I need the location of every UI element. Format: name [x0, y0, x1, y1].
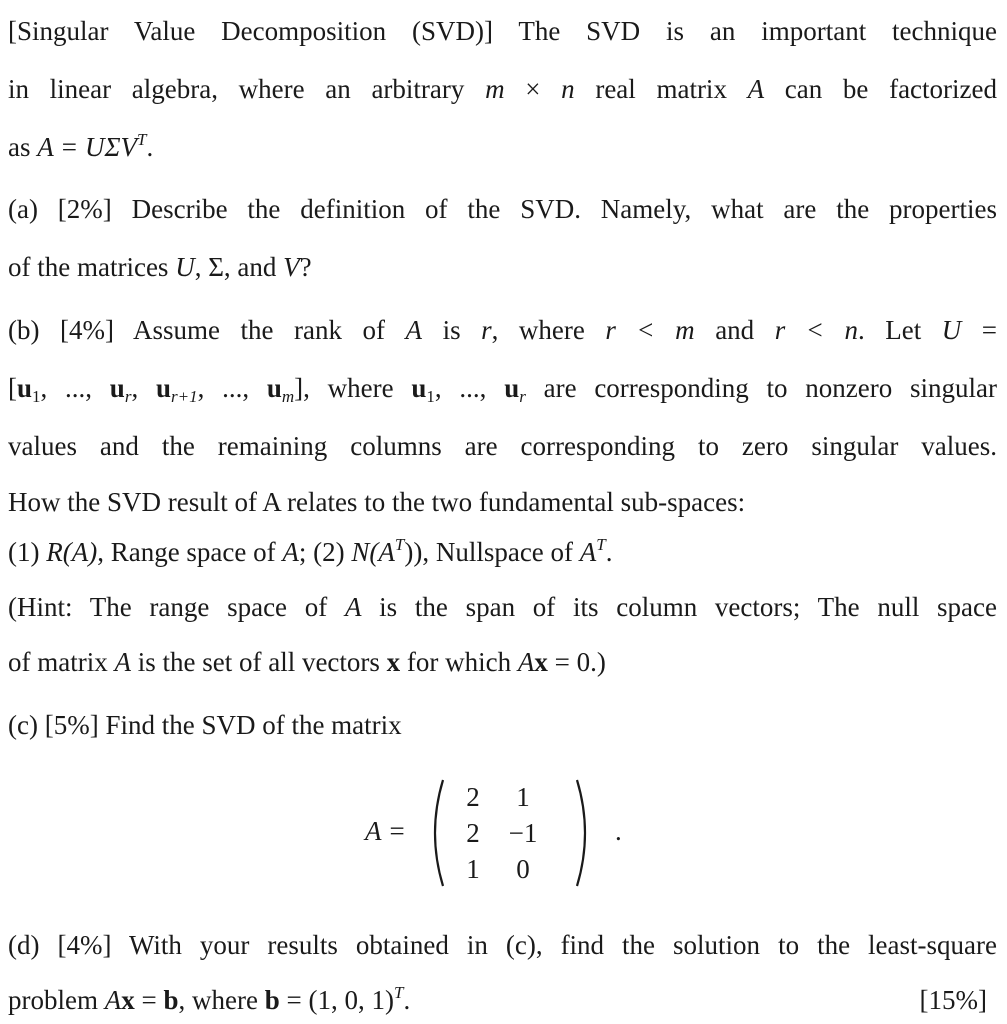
intro-line-2: in linear algebra, where an arbitrary m …	[8, 74, 997, 104]
part-b-line-1: (b) [4%] Assume the rank of A is r, wher…	[8, 315, 998, 345]
part-a-line-1: (a) [2%] Describe the definition of the …	[8, 194, 997, 224]
part-c-line-1: (c) [5%] Find the SVD of the matrix	[8, 710, 402, 740]
left-paren-icon	[433, 779, 445, 887]
part-b-hint-line-1: (Hint: The range space of A is the span …	[8, 592, 997, 622]
part-b-line-2: [u1, ..., ur, ur+1, ..., um], where u1, …	[8, 373, 997, 406]
part-b-hint-line-2: of matrix A is the set of all vectors x …	[8, 647, 606, 677]
part-a-line-2: of the matrices U, Σ, and V?	[8, 252, 312, 282]
part-b-line-4: How the SVD result of A relates to the t…	[8, 487, 746, 517]
exam-question-page: [Singular Value Decomposition (SVD)] The…	[0, 0, 1007, 1024]
matrix-cell: 2	[466, 818, 480, 848]
part-b-line-3: values and the remaining columns are cor…	[8, 431, 997, 461]
intro-line-3: as A = UΣVT.	[8, 130, 154, 162]
matrix-cell: 1	[516, 782, 530, 812]
intro-line-1: [Singular Value Decomposition (SVD)] The…	[8, 16, 997, 46]
matrix-cell: −1	[508, 818, 538, 848]
matrix-period: .	[615, 816, 622, 846]
matrix-cell: 1	[466, 854, 480, 884]
part-d-line-2: problem Ax = b, where b = (1, 0, 1)T. [15…	[8, 983, 987, 1015]
total-marks: [15%]	[919, 985, 987, 1015]
matrix-A: A = 2 1 2 −1 1 0 .	[365, 778, 645, 888]
part-d-line-1: (d) [4%] With your results obtained in (…	[8, 930, 997, 960]
matrix-cell: 0	[516, 854, 530, 884]
matrix-cell: 2	[466, 782, 480, 812]
right-paren-icon	[575, 779, 587, 887]
matrix-lhs: A =	[365, 816, 406, 846]
svd-equation: A = UΣV	[37, 132, 138, 162]
part-b-subspaces: (1) R(A), Range space of A; (2) N(AT)), …	[8, 535, 613, 567]
